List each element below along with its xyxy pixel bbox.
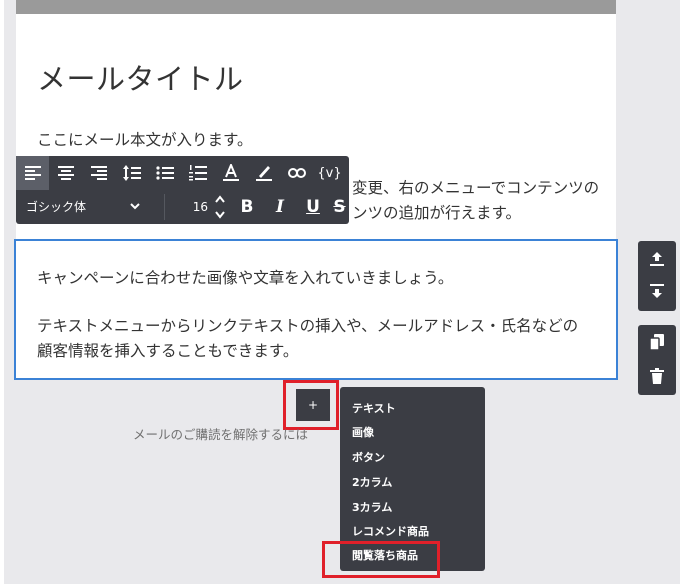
insert-variable-button[interactable]: {v} [313,156,346,190]
numbered-list-button[interactable] [181,156,214,190]
font-family-value: ゴシック体 [26,200,87,214]
highlight-browsed-products [322,541,440,578]
bullet-list-button[interactable] [148,156,181,190]
highlight-add-button [283,380,339,430]
align-right-button[interactable] [82,156,115,190]
chevron-down-icon [129,190,141,237]
font-size-stepper[interactable] [214,194,226,220]
menu-item-3-column[interactable]: 3カラム [352,499,392,515]
email-body-text-partial-1[interactable]: 変更、右のメニューでコンテンツの [352,176,599,198]
block-move-controls [638,241,676,311]
highlight-button[interactable] [247,156,280,190]
strikethrough-button[interactable]: S [330,190,349,224]
variable-label: {v} [317,165,342,181]
menu-item-text[interactable]: テキスト [352,400,396,416]
bold-button[interactable]: B [231,190,263,224]
line-height-icon [122,165,141,181]
block-text-line-1: キャンペーンに合わせた画像や文章を入れていきましょう。 [37,269,454,287]
highlighter-icon [255,166,272,181]
text-color-icon [222,164,239,181]
numbered-list-icon [188,165,207,181]
align-center-button[interactable] [49,156,82,190]
menu-item-image[interactable]: 画像 [352,424,374,440]
unsubscribe-text: メールのご購読を解除するには [133,427,309,442]
underline-label: U [306,197,320,217]
strikethrough-label: S [333,197,346,217]
align-left-button[interactable] [16,156,49,190]
text-color-button[interactable] [214,156,247,190]
block-action-controls [638,325,676,395]
move-down-button[interactable] [638,275,676,309]
align-right-icon [90,166,107,180]
toolbar-divider [164,194,165,220]
email-body-text-partial-2[interactable]: ンツの追加が行えます。 [352,201,521,223]
bold-label: B [240,197,254,217]
underline-button[interactable]: U [297,190,329,224]
font-size-value[interactable]: 16 [176,190,208,224]
copy-icon [650,334,664,350]
menu-item-button[interactable]: ボタン [352,449,385,465]
font-family-select[interactable]: ゴシック体 [16,190,149,224]
text-format-toolbar: {v} ゴシック体 16 B I U S [16,156,349,224]
menu-item-recommended-products[interactable]: レコメンド商品 [352,523,429,539]
email-title[interactable]: メールタイトル [37,56,244,98]
bullet-list-icon [155,166,174,180]
align-left-icon [24,166,41,180]
line-height-button[interactable] [115,156,148,190]
italic-button[interactable]: I [264,190,296,224]
italic-label: I [276,197,284,217]
move-up-button[interactable] [638,241,676,275]
block-text-line-2: テキストメニューからリンクテキストの挿入や、メールアドレス・氏名などの [37,317,579,335]
move-down-icon [650,284,664,298]
stepper-arrows-icon [215,195,225,219]
duplicate-button[interactable] [638,325,676,359]
align-center-icon [57,166,74,180]
email-intro-text[interactable]: ここにメール本文が入ります。 [37,128,252,150]
insert-link-button[interactable] [280,156,313,190]
link-icon [287,168,306,178]
block-text-line-3: 顧客情報を挿入することもできます。 [37,342,299,360]
trash-icon [650,368,664,384]
selected-text-block[interactable]: キャンペーンに合わせた画像や文章を入れていきましょう。 テキストメニューからリン… [14,239,618,380]
menu-item-2-column[interactable]: 2カラム [352,474,392,490]
move-up-icon [650,252,664,266]
delete-button[interactable] [638,359,676,393]
email-header-bar [16,0,616,14]
